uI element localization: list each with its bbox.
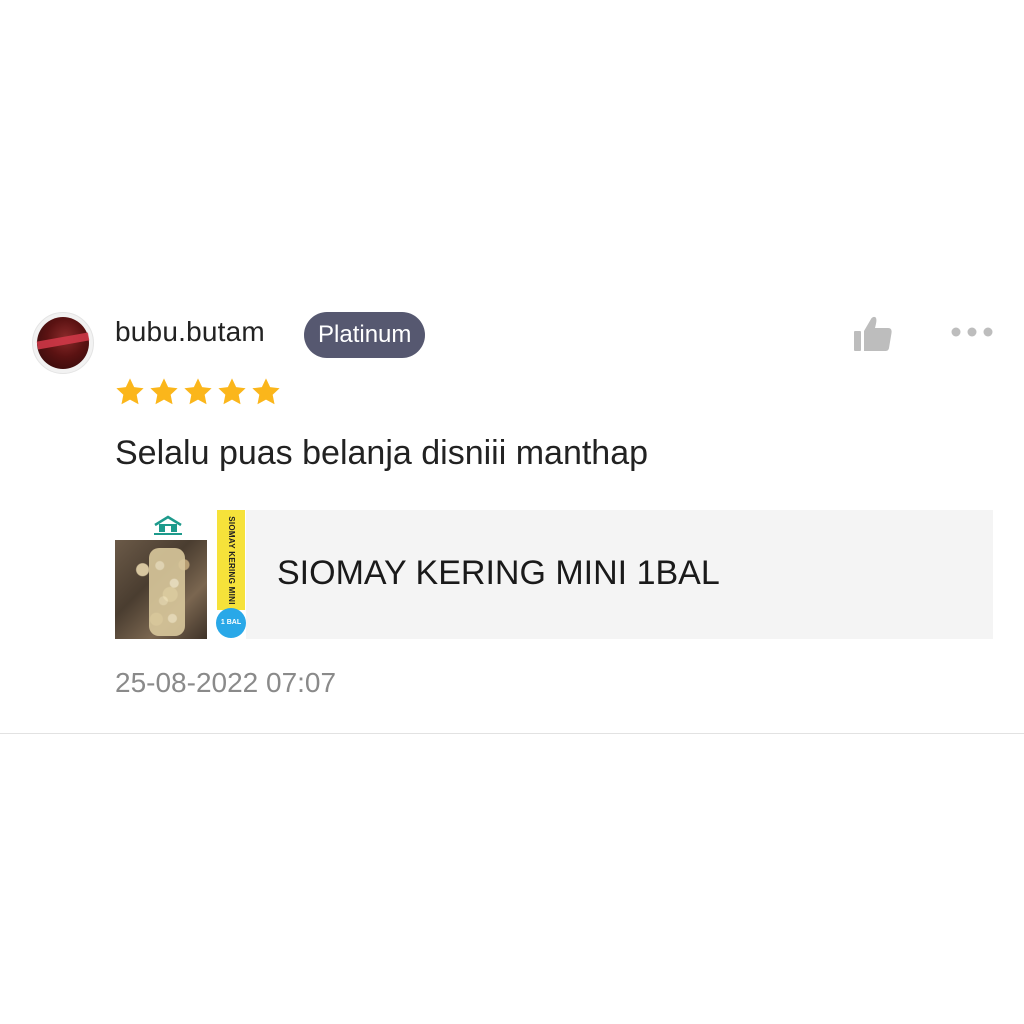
product-card[interactable]: SIOMAY KERING MINI 1 BAL SIOMAY KERING M… (115, 510, 993, 639)
review-comment: Selalu puas belanja disniii manthap (115, 434, 649, 472)
star-icon (150, 378, 178, 405)
divider (0, 733, 1024, 734)
product-name[interactable]: SIOMAY KERING MINI 1BAL (277, 554, 720, 593)
store-logo-icon (154, 515, 182, 535)
star-icon (218, 378, 246, 405)
product-label-text: SIOMAY KERING MINI (226, 515, 236, 605)
username[interactable]: bubu.butam (115, 316, 265, 348)
product-label-text-wrap: SIOMAY KERING MINI (217, 510, 245, 610)
product-bag-image (149, 548, 185, 636)
star-icon (116, 378, 144, 405)
thumbs-up-icon[interactable] (852, 314, 894, 354)
star-icon (252, 378, 280, 405)
review-timestamp: 25-08-2022 07:07 (115, 667, 337, 698)
more-options-icon[interactable] (948, 324, 996, 340)
star-icon (184, 378, 212, 405)
product-thumbnail: SIOMAY KERING MINI 1 BAL (115, 510, 246, 639)
avatar[interactable] (32, 312, 94, 374)
review-page: bubu.butam Platinum Selalu puas belanja … (0, 0, 1024, 1024)
membership-badge: Platinum (304, 312, 426, 358)
review-item: bubu.butam Platinum Selalu puas belanja … (0, 300, 1024, 734)
rating-stars (114, 376, 282, 410)
product-size-badge: 1 BAL (216, 608, 246, 638)
